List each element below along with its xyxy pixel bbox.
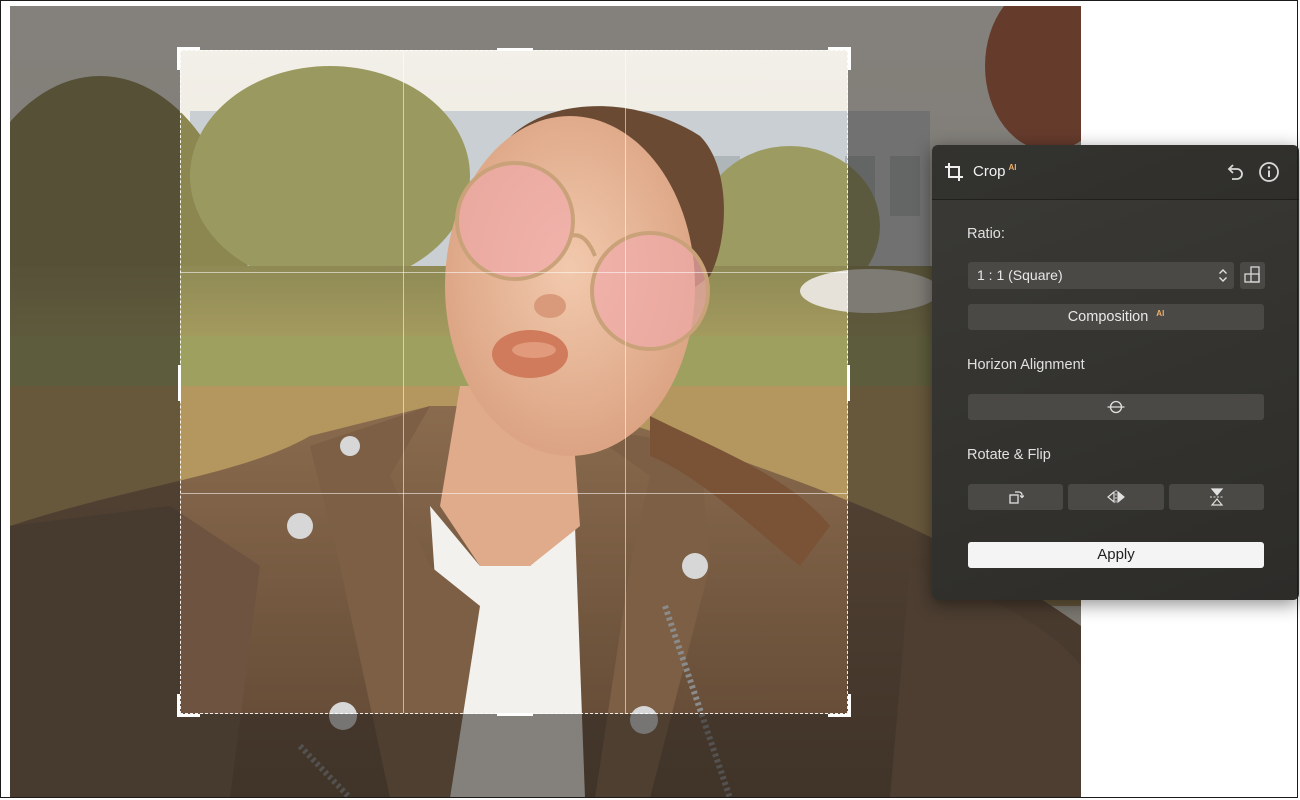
crop-handle-top-right[interactable] — [828, 47, 851, 70]
orientation-toggle-button[interactable] — [1240, 262, 1265, 289]
panel-title: Crop AI — [973, 163, 1017, 180]
apply-button[interactable]: Apply — [968, 542, 1264, 568]
chevron-updown-icon — [1219, 269, 1227, 282]
horizon-alignment-button[interactable] — [968, 394, 1264, 420]
horizon-alignment-label: Horizon Alignment — [967, 357, 1085, 373]
rotate-button[interactable] — [968, 484, 1063, 510]
crop-mask-bottom — [10, 714, 1081, 798]
crop-panel-header: Crop AI — [932, 145, 1299, 200]
orientation-toggle-icon — [1244, 266, 1260, 283]
panel-title-text: Crop — [973, 163, 1006, 180]
crop-icon — [945, 163, 963, 181]
rotate-icon — [1008, 491, 1024, 504]
crop-grid-line — [625, 51, 626, 713]
info-icon[interactable] — [1258, 161, 1280, 183]
flip-horizontal-button[interactable] — [1068, 484, 1164, 510]
crop-grid-line — [181, 272, 847, 273]
crop-mask-top — [10, 6, 1081, 50]
crop-grid-line — [403, 51, 404, 713]
composition-ai-badge: AI — [1156, 309, 1165, 318]
undo-icon[interactable] — [1224, 161, 1246, 183]
composition-label: Composition — [1067, 309, 1149, 325]
crop-panel: Crop AI Ratio: 1 : 1 (Square) Composition… — [932, 145, 1299, 600]
ratio-label: Ratio: — [967, 226, 1005, 242]
crop-handle-top-left[interactable] — [177, 47, 200, 70]
crop-handle-bottom-right[interactable] — [828, 694, 851, 717]
photo-canvas[interactable] — [10, 6, 1081, 798]
ai-badge: AI — [1008, 163, 1017, 172]
horizon-level-icon — [1107, 400, 1125, 414]
composition-button[interactable]: Composition AI — [968, 304, 1264, 330]
crop-selection-box[interactable] — [177, 47, 851, 717]
flip-horizontal-icon — [1107, 490, 1125, 504]
crop-handle-left[interactable] — [178, 365, 181, 401]
crop-handle-right[interactable] — [847, 365, 850, 401]
crop-handle-bottom[interactable] — [497, 713, 533, 716]
flip-vertical-icon — [1209, 488, 1224, 506]
ratio-select[interactable]: 1 : 1 (Square) — [968, 262, 1234, 289]
ratio-select-value: 1 : 1 (Square) — [977, 267, 1063, 283]
crop-handle-top[interactable] — [497, 48, 533, 51]
crop-handle-bottom-left[interactable] — [177, 694, 200, 717]
crop-mask-left — [10, 50, 180, 714]
rotate-flip-label: Rotate & Flip — [967, 447, 1051, 463]
flip-vertical-button[interactable] — [1169, 484, 1264, 510]
crop-grid-line — [181, 493, 847, 494]
